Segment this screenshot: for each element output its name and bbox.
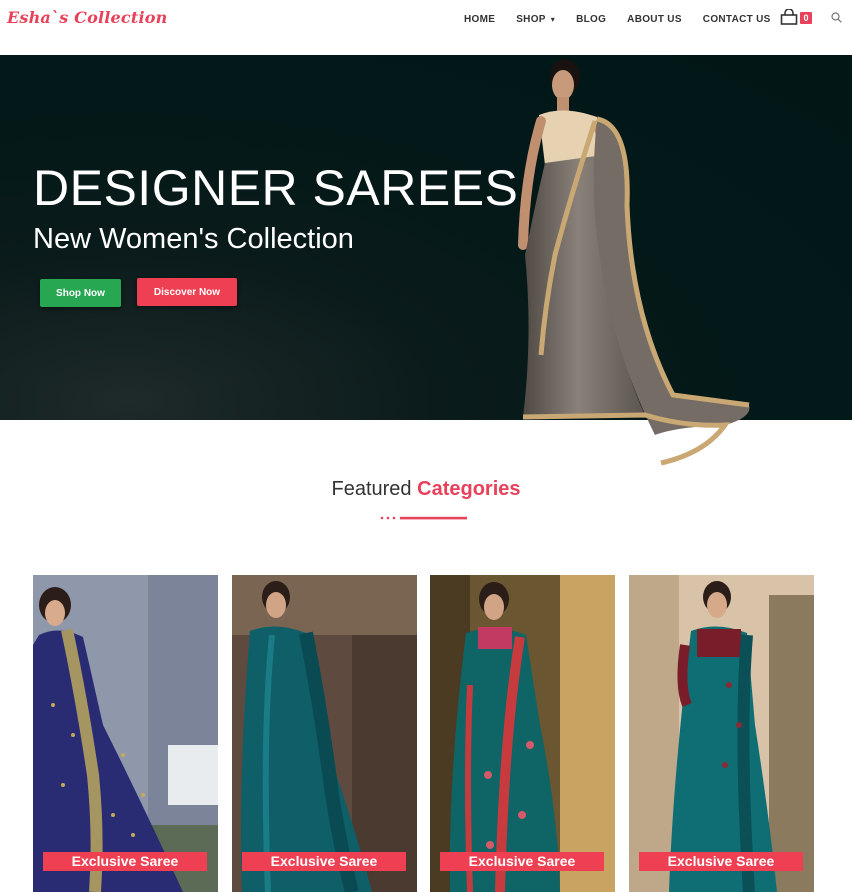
nav-blog-label: BLOG [576, 13, 607, 25]
nav-home[interactable]: HOME [464, 14, 495, 25]
saree-photo [33, 575, 218, 892]
nav-contact-label: CONTACT US [702, 13, 771, 25]
category-card-3[interactable]: Exclusive Saree [430, 575, 615, 892]
section-divider [380, 516, 467, 520]
search-icon[interactable] [831, 12, 842, 23]
discover-now-button[interactable]: Discover Now [137, 278, 237, 306]
featured-prefix: Featured [331, 478, 412, 500]
category-label: Exclusive Saree [639, 852, 803, 871]
saree-photo [430, 575, 615, 892]
category-label: Exclusive Saree [43, 852, 207, 871]
shop-now-button[interactable]: Shop Now [40, 279, 121, 307]
category-card-1[interactable]: Exclusive Saree [33, 575, 218, 892]
category-card-2[interactable]: Exclusive Saree [232, 575, 417, 892]
nav-about-us[interactable]: ABOUT US [627, 14, 682, 25]
nav-contact-us[interactable]: CONTACT US [703, 14, 771, 25]
featured-accent: Categories [417, 478, 521, 500]
category-label: Exclusive Saree [440, 852, 604, 871]
shopping-bag-icon [780, 9, 798, 25]
saree-photo [232, 575, 417, 892]
category-card-4[interactable]: Exclusive Saree [629, 575, 814, 892]
nav-shop[interactable]: SHOP ▾ [516, 14, 555, 25]
saree-photo [629, 575, 814, 892]
nav-home-label: HOME [464, 13, 496, 25]
site-logo[interactable]: Esha`s Collection [7, 8, 167, 27]
chevron-down-icon: ▾ [550, 14, 556, 24]
hero-subtitle: New Women's Collection [33, 223, 354, 255]
cart-button[interactable]: 0 [780, 9, 814, 27]
nav-blog[interactable]: BLOG [576, 14, 606, 25]
hero-title: DESIGNER SAREES [33, 160, 519, 216]
featured-heading: Featured Categories [0, 478, 852, 501]
category-label: Exclusive Saree [242, 852, 406, 871]
nav-about-label: ABOUT US [627, 13, 682, 25]
cart-count-badge: 0 [800, 12, 812, 24]
main-nav: HOME SHOP ▾ BLOG ABOUT US CONTACT US [464, 13, 792, 25]
nav-shop-label: SHOP [516, 13, 546, 25]
site-header: Esha`s Collection HOME SHOP ▾ BLOG ABOUT … [0, 0, 852, 55]
hero-model-image [518, 59, 750, 466]
